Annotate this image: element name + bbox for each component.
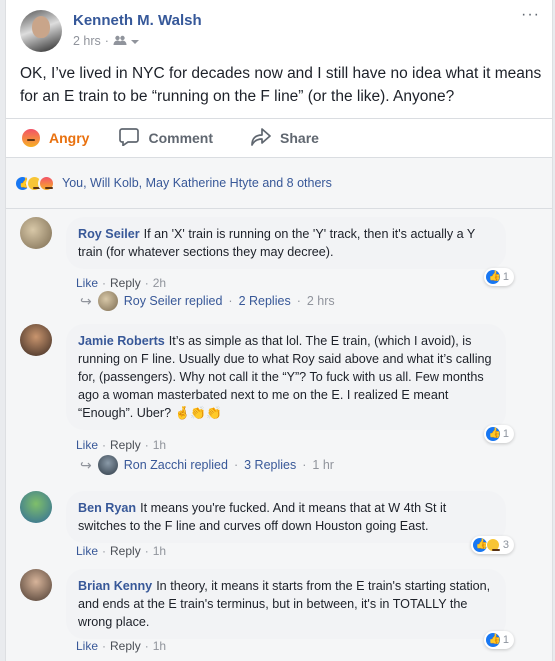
post-meta: 2 hrs · bbox=[73, 34, 139, 48]
reply-arrow-icon: ↪ bbox=[80, 456, 92, 473]
replies-time: 2 hrs bbox=[306, 294, 335, 308]
reaction-count: 1 bbox=[502, 634, 509, 646]
replies-time: 1 hr bbox=[312, 458, 334, 472]
haha-reaction-icon bbox=[485, 538, 500, 552]
post-body: OK, I’ve lived in NYC for decades now an… bbox=[20, 65, 542, 105]
like-reaction-icon bbox=[485, 633, 501, 647]
post-author[interactable]: Kenneth M. Walsh bbox=[73, 12, 202, 29]
reaction-icons bbox=[14, 174, 55, 192]
replier-avatar bbox=[97, 291, 118, 311]
comment-actions: Like · Reply · 1h bbox=[76, 639, 167, 653]
comment-reaction-count[interactable]: 3 bbox=[470, 536, 514, 554]
share-button[interactable]: Share bbox=[251, 127, 319, 149]
share-icon bbox=[251, 127, 271, 149]
comment-bubble: Ben Ryan It means you're fucked. And it m… bbox=[66, 491, 506, 543]
post-time[interactable]: 2 hrs bbox=[73, 34, 101, 48]
comment-time[interactable]: 1h bbox=[153, 438, 166, 452]
comment-actions: Like · Reply · 1h bbox=[76, 438, 167, 452]
replier-label: Roy Seiler replied bbox=[123, 294, 223, 308]
reaction-count: 1 bbox=[502, 428, 509, 440]
comment-reply-link[interactable]: Reply bbox=[110, 639, 141, 653]
comment-reaction-count[interactable]: 1 bbox=[483, 268, 514, 286]
comments-section: Roy Seiler If an 'X' train is running on … bbox=[6, 208, 552, 661]
comment: Roy Seiler If an 'X' train is running on … bbox=[14, 217, 544, 297]
commenter-name[interactable]: Roy Seiler bbox=[78, 227, 140, 241]
replies-count: 3 Replies bbox=[244, 458, 297, 472]
separator-dot: · bbox=[104, 34, 109, 48]
comment-time[interactable]: 1h bbox=[153, 639, 166, 653]
comment: Jamie Roberts It’s as simple as that lol.… bbox=[14, 324, 544, 464]
angry-label: Angry bbox=[49, 130, 90, 146]
like-reaction-icon bbox=[485, 270, 501, 284]
comment-reaction-count[interactable]: 1 bbox=[483, 631, 514, 649]
comment-time[interactable]: 2h bbox=[153, 276, 166, 290]
commenter-avatar[interactable] bbox=[20, 491, 52, 523]
reactions-summary-text[interactable]: You, Will Kolb, May Katherine Htyte and … bbox=[62, 176, 332, 190]
comment-reply-link[interactable]: Reply bbox=[110, 544, 141, 558]
comment: Ben Ryan It means you're fucked. And it m… bbox=[14, 491, 544, 566]
comment-emoji: 🤞👏👏 bbox=[174, 406, 222, 420]
angry-emoji-icon bbox=[22, 129, 40, 147]
angry-reaction-icon bbox=[38, 174, 55, 192]
replies-count: 2 Replies bbox=[238, 294, 291, 308]
more-options-icon[interactable]: ··· bbox=[521, 6, 540, 24]
reactions-summary[interactable]: You, Will Kolb, May Katherine Htyte and … bbox=[6, 158, 552, 208]
commenter-avatar[interactable] bbox=[20, 569, 52, 601]
post-actions-bar: Angry Comment Share bbox=[6, 118, 552, 158]
comment-like-link[interactable]: Like bbox=[76, 544, 98, 558]
commenter-avatar[interactable] bbox=[20, 324, 52, 356]
comment-icon bbox=[119, 127, 140, 149]
comment-reaction-count[interactable]: 1 bbox=[483, 425, 514, 443]
comment-button[interactable]: Comment bbox=[119, 127, 214, 149]
comment-like-link[interactable]: Like bbox=[76, 276, 98, 290]
replier-label: Ron Zacchi replied bbox=[123, 458, 228, 472]
comment-actions: Like · Reply · 1h bbox=[76, 544, 167, 558]
view-replies-link[interactable]: ↪ Roy Seiler replied · 2 Replies · 2 hrs bbox=[80, 291, 335, 311]
view-replies-link[interactable]: ↪ Ron Zacchi replied · 3 Replies · 1 hr bbox=[80, 455, 334, 475]
reaction-count: 1 bbox=[502, 271, 509, 283]
comment-like-link[interactable]: Like bbox=[76, 438, 98, 452]
author-avatar[interactable] bbox=[20, 10, 62, 52]
share-label: Share bbox=[280, 130, 319, 146]
reply-arrow-icon: ↪ bbox=[80, 292, 92, 309]
friends-icon[interactable] bbox=[113, 34, 127, 48]
comment-label: Comment bbox=[148, 130, 214, 146]
comment-bubble: Brian Kenny In theory, it means it starts… bbox=[66, 569, 506, 639]
commenter-name[interactable]: Brian Kenny bbox=[78, 579, 152, 593]
comment-reply-link[interactable]: Reply bbox=[110, 438, 141, 452]
commenter-name[interactable]: Jamie Roberts bbox=[78, 334, 165, 348]
angry-reaction-button[interactable]: Angry bbox=[22, 129, 89, 147]
replier-avatar bbox=[97, 455, 118, 475]
like-reaction-icon bbox=[472, 538, 488, 552]
comment-bubble: Jamie Roberts It’s as simple as that lol.… bbox=[66, 324, 506, 430]
commenter-avatar[interactable] bbox=[20, 217, 52, 249]
like-reaction-icon bbox=[485, 427, 501, 441]
post-card: Kenneth M. Walsh 2 hrs · ··· OK, I’ve li… bbox=[5, 0, 553, 661]
comment-time[interactable]: 1h bbox=[153, 544, 166, 558]
comment-bubble: Roy Seiler If an 'X' train is running on … bbox=[66, 217, 506, 269]
comment-actions: Like · Reply · 2h bbox=[76, 276, 167, 290]
comment-reply-link[interactable]: Reply bbox=[110, 276, 141, 290]
reaction-count: 3 bbox=[502, 539, 509, 551]
comment: Brian Kenny In theory, it means it starts… bbox=[14, 569, 544, 659]
comment-like-link[interactable]: Like bbox=[76, 639, 98, 653]
chevron-down-icon[interactable] bbox=[130, 34, 139, 48]
commenter-name[interactable]: Ben Ryan bbox=[78, 501, 136, 515]
